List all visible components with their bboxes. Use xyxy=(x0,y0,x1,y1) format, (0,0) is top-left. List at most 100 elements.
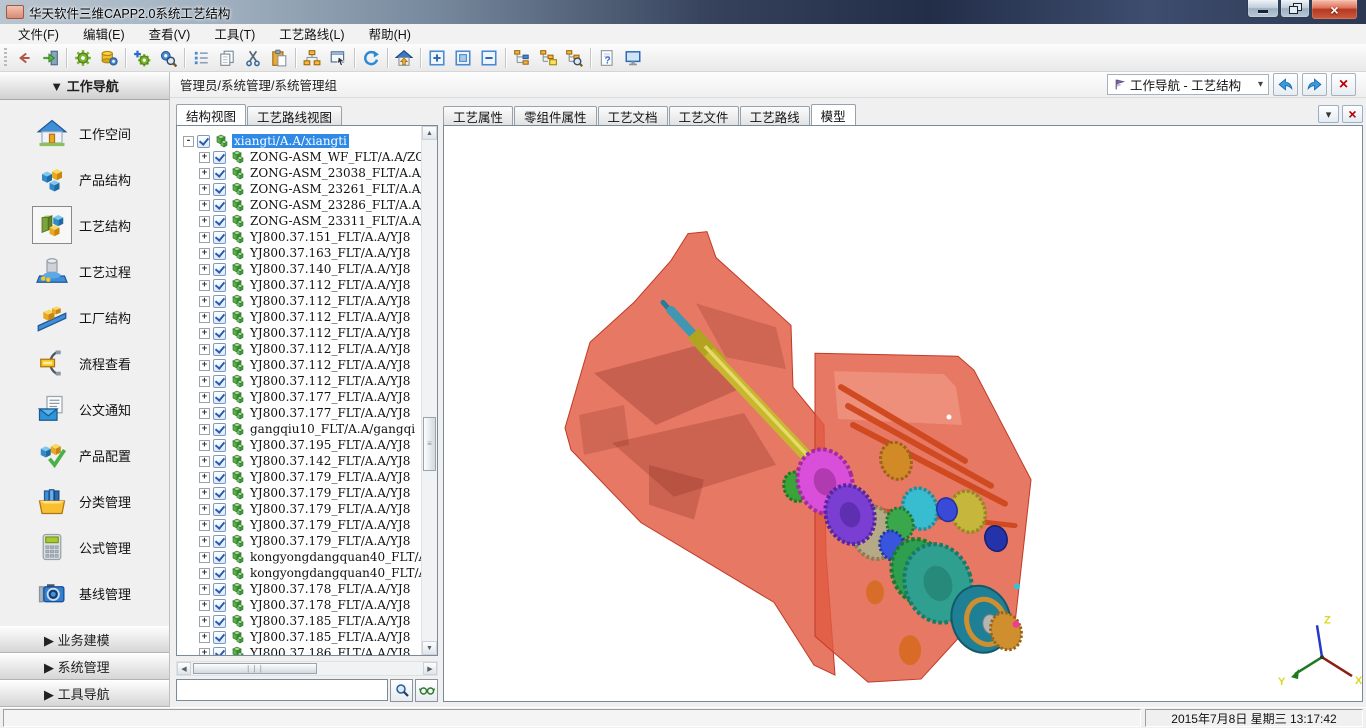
tree-checkbox[interactable] xyxy=(213,279,226,292)
panel-close-button[interactable]: × xyxy=(1342,105,1363,123)
restore-button[interactable] xyxy=(1280,0,1310,18)
tree-node-label[interactable]: YJ800.37.185_FLT/A.A/YJ8 xyxy=(248,630,412,644)
tree-checkbox[interactable] xyxy=(213,199,226,212)
scroll-right-icon[interactable]: ▶ xyxy=(423,662,437,675)
toolbar-expand-all-button[interactable] xyxy=(424,46,450,70)
tab-model[interactable]: 模型 xyxy=(811,104,856,125)
tree-node-label[interactable]: YJ800.37.185_FLT/A.A/YJ8 xyxy=(248,614,412,628)
tree-expander[interactable]: + xyxy=(199,312,210,323)
tree-expander[interactable]: + xyxy=(199,184,210,195)
tree-node-label[interactable]: ZONG-ASM_23038_FLT/A.A/Z xyxy=(248,166,422,180)
tab-process-route[interactable]: 工艺路线 xyxy=(740,106,810,125)
tree-expander[interactable]: + xyxy=(199,600,210,611)
tree-expander[interactable]: + xyxy=(199,328,210,339)
tree-checkbox[interactable] xyxy=(213,311,226,324)
sidebar-header[interactable]: ▼ 工作导航 xyxy=(0,72,169,100)
toolbar-refresh-button[interactable] xyxy=(358,46,384,70)
tab-route-view[interactable]: 工艺路线视图 xyxy=(247,106,342,125)
tree-checkbox[interactable] xyxy=(213,295,226,308)
tree-node-label[interactable]: YJ800.37.179_FLT/A.A/YJ8 xyxy=(248,486,412,500)
panel-collapse-button[interactable]: ▾ xyxy=(1318,105,1339,123)
tree-node-label[interactable]: YJ800.37.186_FLT/A.A/YJ8 xyxy=(248,646,412,655)
scroll-up-icon[interactable]: ▲ xyxy=(422,126,437,140)
tree-node-label[interactable]: YJ800.37.177_FLT/A.A/YJ8 xyxy=(248,406,412,420)
tree-node-label[interactable]: xiangti/A.A/xiangti xyxy=(232,134,349,148)
tree-node-label[interactable]: YJ800.37.112_FLT/A.A/YJ8 xyxy=(248,294,412,308)
tree-node-label[interactable]: YJ800.37.112_FLT/A.A/YJ8 xyxy=(248,358,412,372)
tree-expander[interactable]: + xyxy=(199,440,210,451)
tab-process-document[interactable]: 工艺文档 xyxy=(598,106,668,125)
menu-tools[interactable]: 工具(T) xyxy=(202,22,267,46)
toolbar-tree-assign-button[interactable] xyxy=(509,46,535,70)
tree-node-label[interactable]: kongyongdangquan40_FLT/A xyxy=(248,550,422,564)
toolbar-collapse-all-button[interactable] xyxy=(476,46,502,70)
sidebar-item-product-config[interactable]: 产品配置 xyxy=(0,432,169,478)
tree-node-label[interactable]: YJ800.37.177_FLT/A.A/YJ8 xyxy=(248,390,412,404)
browse-button[interactable] xyxy=(415,679,438,702)
sidebar-section-business-modeling[interactable]: ▶ 业务建模 xyxy=(0,626,169,653)
tree-expander[interactable]: + xyxy=(199,568,210,579)
menu-help[interactable]: 帮助(H) xyxy=(357,22,423,46)
tree-expander[interactable]: + xyxy=(199,616,210,627)
nav-close-button[interactable]: × xyxy=(1331,73,1356,96)
scroll-left-icon[interactable]: ◀ xyxy=(177,662,191,675)
tree-node-label[interactable]: YJ800.37.178_FLT/A.A/YJ8 xyxy=(248,582,412,596)
toolbar-select-window-button[interactable] xyxy=(325,46,351,70)
menu-edit[interactable]: 编辑(E) xyxy=(71,22,137,46)
tree-node-label[interactable]: ZONG-ASM_23261_FLT/A.A/Z xyxy=(248,182,422,196)
tree-checkbox[interactable] xyxy=(213,535,226,548)
tree-checkbox[interactable] xyxy=(213,167,226,180)
toolbar-tree-list-button[interactable] xyxy=(188,46,214,70)
tree-expander[interactable]: + xyxy=(199,200,210,211)
sidebar-item-classify-manage[interactable]: 分类管理 xyxy=(0,478,169,524)
tree-checkbox[interactable] xyxy=(213,455,226,468)
toolbar-gear-add-button[interactable] xyxy=(129,46,155,70)
menu-view[interactable]: 查看(V) xyxy=(137,22,203,46)
tree-expander[interactable]: + xyxy=(199,504,210,515)
tree-checkbox[interactable] xyxy=(213,583,226,596)
tree-node-label[interactable]: kongyongdangquan40_FLT/A xyxy=(248,566,422,580)
toolbar-paste-button[interactable] xyxy=(266,46,292,70)
sidebar-item-flow-view[interactable]: 流程查看 xyxy=(0,340,169,386)
tree-expander[interactable]: + xyxy=(199,520,210,531)
toolbar-page-help-button[interactable] xyxy=(594,46,620,70)
tree-expander[interactable]: + xyxy=(199,168,210,179)
tree-checkbox[interactable] xyxy=(213,327,226,340)
sidebar-item-process-flow[interactable]: 工艺过程 xyxy=(0,248,169,294)
toolbar-tree-structure-button[interactable] xyxy=(299,46,325,70)
toolbar-exit-button[interactable] xyxy=(37,46,63,70)
tree-node-label[interactable]: YJ800.37.112_FLT/A.A/YJ8 xyxy=(248,342,412,356)
scrollbar-thumb[interactable]: ≡ xyxy=(423,417,436,471)
search-button[interactable] xyxy=(390,679,413,702)
tree-expander[interactable]: + xyxy=(199,392,210,403)
tree-node-label[interactable]: YJ800.37.178_FLT/A.A/YJ8 xyxy=(248,598,412,612)
toolbar-gear-search-button[interactable] xyxy=(155,46,181,70)
menu-process-route[interactable]: 工艺路线(L) xyxy=(267,22,356,46)
sidebar-item-workspace[interactable]: 工作空间 xyxy=(0,110,169,156)
tab-process-file[interactable]: 工艺文件 xyxy=(669,106,739,125)
toolbar-fit-window-button[interactable] xyxy=(450,46,476,70)
tree-expander[interactable]: + xyxy=(199,248,210,259)
sidebar-item-formula-manage[interactable]: 公式管理 xyxy=(0,524,169,570)
tree-checkbox[interactable] xyxy=(213,183,226,196)
sidebar-item-process-structure[interactable]: 工艺结构 xyxy=(0,202,169,248)
close-button[interactable]: × xyxy=(1311,0,1358,20)
tree-checkbox[interactable] xyxy=(213,439,226,452)
tree-node-label[interactable]: YJ800.37.112_FLT/A.A/YJ8 xyxy=(248,326,412,340)
tree-checkbox[interactable] xyxy=(213,423,226,436)
tree-checkbox[interactable] xyxy=(213,615,226,628)
toolbar-monitor-button[interactable] xyxy=(620,46,646,70)
tree-expander[interactable]: + xyxy=(199,488,210,499)
scroll-down-icon[interactable]: ▼ xyxy=(422,641,437,655)
scrollbar-thumb[interactable]: | | | xyxy=(193,663,317,674)
tree-expander[interactable]: + xyxy=(199,424,210,435)
tree-node-label[interactable]: YJ800.37.112_FLT/A.A/YJ8 xyxy=(248,278,412,292)
nav-selector-dropdown[interactable]: 工作导航 - 工艺结构 ▾ xyxy=(1107,74,1269,95)
tree-checkbox[interactable] xyxy=(213,551,226,564)
minimize-button[interactable] xyxy=(1247,0,1279,18)
toolbar-home-button[interactable] xyxy=(391,46,417,70)
toolbar-db-config-button[interactable] xyxy=(96,46,122,70)
tree-search-input[interactable] xyxy=(176,679,388,701)
tree-expander[interactable]: + xyxy=(199,360,210,371)
tree-expander[interactable]: + xyxy=(199,152,210,163)
